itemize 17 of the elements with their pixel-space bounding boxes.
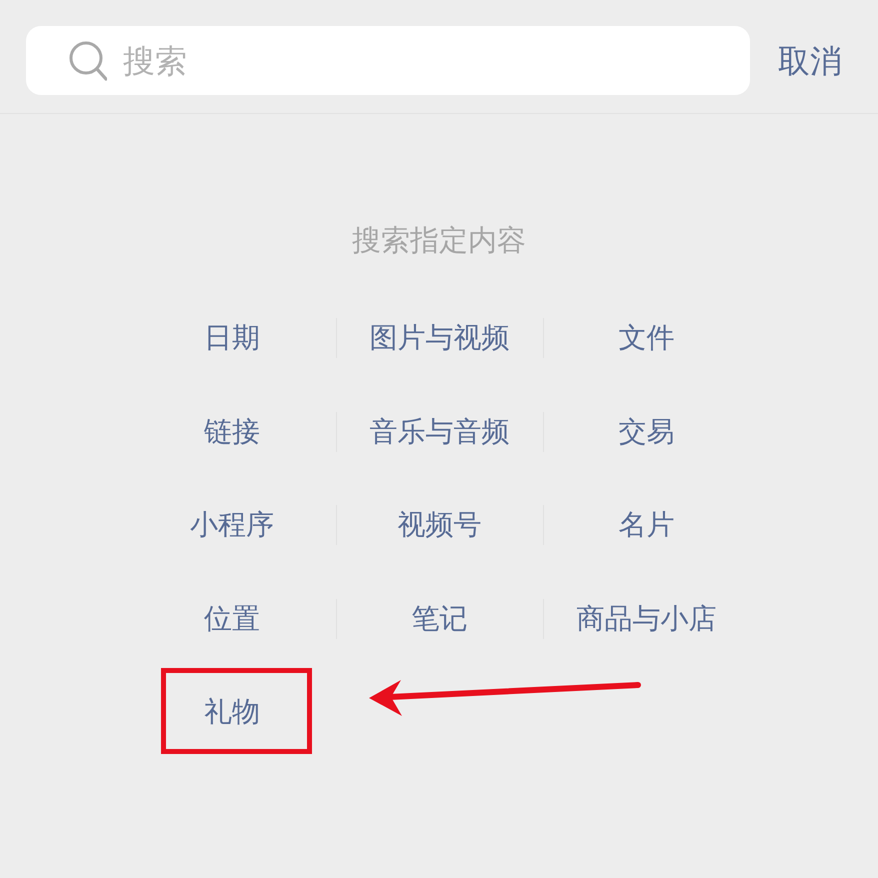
- filter-option[interactable]: 礼物: [204, 692, 260, 732]
- filter-option[interactable]: 音乐与音频: [370, 412, 510, 452]
- filter-option[interactable]: 视频号: [398, 505, 482, 545]
- cancel-button[interactable]: 取消: [778, 40, 842, 80]
- filter-option[interactable]: 链接: [204, 412, 260, 452]
- filter-option[interactable]: 图片与视频: [370, 318, 510, 358]
- search-icon: [69, 41, 107, 81]
- filter-option[interactable]: 商品与小店: [576, 598, 716, 638]
- filter-option[interactable]: 位置: [204, 598, 260, 638]
- filter-option[interactable]: 笔记: [412, 598, 468, 638]
- section-title: 搜索指定内容: [352, 222, 526, 259]
- filter-option[interactable]: 日期: [204, 318, 260, 358]
- filter-option[interactable]: 小程序: [190, 505, 274, 545]
- search-field[interactable]: 搜索: [26, 26, 750, 95]
- filter-option[interactable]: 文件: [618, 318, 674, 358]
- filter-option[interactable]: 交易: [618, 412, 674, 452]
- filter-option[interactable]: 名片: [618, 505, 674, 545]
